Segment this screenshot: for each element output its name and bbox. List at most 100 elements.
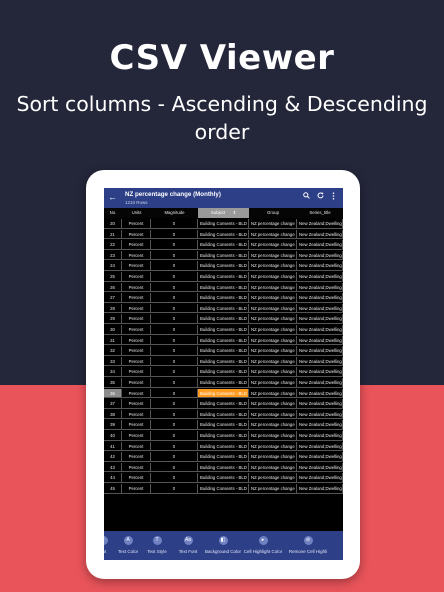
cell-subject[interactable]: Building Consents - BLD	[198, 219, 249, 229]
cell-series-title[interactable]: New Zealand;Dwelling	[297, 219, 343, 229]
cell-magnitude[interactable]: 0	[151, 272, 198, 282]
cell-no[interactable]: 21	[104, 229, 122, 240]
cell-series-title[interactable]: New Zealand;Dwelling	[297, 272, 343, 282]
cell-no[interactable]: 44	[104, 473, 122, 483]
cell-group[interactable]: NZ percentage change	[249, 356, 297, 367]
cell-no[interactable]: 38	[104, 409, 122, 420]
cell-subject[interactable]: Building Consents - BLD	[198, 378, 249, 388]
cell-subject[interactable]: Building Consents - BLD	[198, 367, 249, 377]
column-header-no[interactable]: No.	[104, 208, 122, 218]
cell-units[interactable]: Percent	[122, 399, 151, 409]
cell-magnitude[interactable]: 0	[151, 250, 198, 261]
cell-magnitude[interactable]: 0	[151, 219, 198, 229]
cell-magnitude[interactable]: 0	[151, 399, 198, 409]
cell-series-title[interactable]: New Zealand;Dwelling	[297, 420, 343, 430]
cell-no[interactable]: 37	[104, 399, 122, 409]
cell-magnitude[interactable]: 0	[151, 282, 198, 293]
column-header-group[interactable]: Group	[249, 208, 297, 218]
cell-series-title[interactable]: New Zealand;Dwelling	[297, 452, 343, 462]
cell-series-title[interactable]: New Zealand;Dwelling	[297, 367, 343, 377]
cell-group[interactable]: NZ percentage change	[249, 314, 297, 324]
cell-group[interactable]: NZ percentage change	[249, 229, 297, 240]
cell-no[interactable]: 30	[104, 325, 122, 335]
cell-series-title[interactable]: New Zealand;Dwelling	[297, 484, 343, 494]
cell-no[interactable]: 22	[104, 240, 122, 250]
cell-units[interactable]: Percent	[122, 356, 151, 367]
cell-subject[interactable]: Building Consents - BLD	[198, 462, 249, 473]
cell-series-title[interactable]: New Zealand;Dwelling	[297, 441, 343, 452]
table-row[interactable]: 40 Percent 0 Building Consents - BLD NZ perc…	[104, 431, 343, 441]
cell-group[interactable]: NZ percentage change	[249, 452, 297, 462]
cell-group[interactable]: NZ percentage change	[249, 272, 297, 282]
cell-magnitude[interactable]: 0	[151, 452, 198, 462]
cell-units[interactable]: Percent	[122, 335, 151, 346]
cell-units[interactable]: Percent	[122, 261, 151, 271]
table-row[interactable]: 37 Percent 0 Building Consents - BLD NZ perc…	[104, 399, 343, 409]
cell-no[interactable]: 28	[104, 303, 122, 314]
table-row[interactable]: 26 Percent 0 Building Consents - BLD NZ perc…	[104, 282, 343, 293]
cell-subject[interactable]: Building Consents - BLD	[198, 399, 249, 409]
cell-units[interactable]: Percent	[122, 431, 151, 441]
column-header-subject[interactable]: Subject ⇕	[198, 208, 249, 218]
cell-series-title[interactable]: New Zealand;Dwelling	[297, 356, 343, 367]
cell-no[interactable]: 40	[104, 431, 122, 441]
cell-no[interactable]: 35	[104, 378, 122, 388]
table-row[interactable]: 41 Percent 0 Building Consents - BLD NZ perc…	[104, 441, 343, 452]
table-row[interactable]: 42 Percent 0 Building Consents - BLD NZ perc…	[104, 452, 343, 462]
cell-no[interactable]: 42	[104, 452, 122, 462]
cell-subject[interactable]: Building Consents - BLD	[198, 335, 249, 346]
cell-subject[interactable]: Building Consents - BLD	[198, 484, 249, 494]
cell-units[interactable]: Percent	[122, 388, 151, 399]
cell-group[interactable]: NZ percentage change	[249, 399, 297, 409]
cell-no[interactable]: 39	[104, 420, 122, 430]
cell-units[interactable]: Percent	[122, 409, 151, 420]
cell-group[interactable]: NZ percentage change	[249, 346, 297, 356]
cell-series-title[interactable]: New Zealand;Dwelling	[297, 462, 343, 473]
cell-subject[interactable]: Building Consents - BLD	[198, 282, 249, 293]
cell-series-title[interactable]: New Zealand;Dwelling	[297, 293, 343, 303]
cell-subject[interactable]: Building Consents - BLD	[198, 261, 249, 271]
table-row[interactable]: 45 Percent 0 Building Consents - BLD NZ perc…	[104, 484, 343, 494]
cell-series-title[interactable]: New Zealand;Dwelling	[297, 240, 343, 250]
cell-group[interactable]: NZ percentage change	[249, 409, 297, 420]
cell-group[interactable]: NZ percentage change	[249, 388, 297, 399]
cell-units[interactable]: Percent	[122, 346, 151, 356]
table-row[interactable]: 20 Percent 0 Building Consents - BLD NZ perc…	[104, 219, 343, 229]
cell-no[interactable]: 43	[104, 462, 122, 473]
cell-units[interactable]: Percent	[122, 240, 151, 250]
table-row[interactable]: 35 Percent 0 Building Consents - BLD NZ perc…	[104, 378, 343, 388]
cell-magnitude[interactable]: 0	[151, 409, 198, 420]
cell-series-title[interactable]: New Zealand;Dwelling	[297, 431, 343, 441]
toolbar-text-font-button[interactable]: Aa Text Font	[168, 531, 208, 560]
column-header-series-title[interactable]: Series_title	[297, 208, 343, 218]
cell-group[interactable]: NZ percentage change	[249, 219, 297, 229]
toolbar-cell-highlight-button[interactable]: ▸ Cell Highlight Color	[243, 531, 283, 560]
cell-series-title[interactable]: New Zealand;Dwelling	[297, 399, 343, 409]
cell-subject[interactable]: Building Consents - BLD	[198, 473, 249, 483]
cell-units[interactable]: Percent	[122, 219, 151, 229]
table-row[interactable]: 36 Percent 0 Building Consents - BLD NZ perc…	[104, 388, 343, 399]
search-icon[interactable]	[303, 192, 310, 202]
cell-magnitude[interactable]: 0	[151, 240, 198, 250]
cell-no[interactable]: 34	[104, 367, 122, 377]
cell-magnitude[interactable]: 0	[151, 261, 198, 271]
cell-magnitude[interactable]: 0	[151, 346, 198, 356]
cell-units[interactable]: Percent	[122, 441, 151, 452]
cell-group[interactable]: NZ percentage change	[249, 240, 297, 250]
cell-no[interactable]: 26	[104, 282, 122, 293]
cell-magnitude[interactable]: 0	[151, 229, 198, 240]
cell-subject[interactable]: Building Consents - BLD	[198, 346, 249, 356]
cell-subject[interactable]: Building Consents - BLD	[198, 356, 249, 367]
cell-subject[interactable]: Building Consents - BLD	[198, 250, 249, 261]
table-row[interactable]: 24 Percent 0 Building Consents - BLD NZ perc…	[104, 261, 343, 271]
table-row[interactable]: 32 Percent 0 Building Consents - BLD NZ perc…	[104, 346, 343, 356]
cell-units[interactable]: Percent	[122, 325, 151, 335]
cell-magnitude[interactable]: 0	[151, 356, 198, 367]
cell-no[interactable]: 25	[104, 272, 122, 282]
cell-series-title[interactable]: New Zealand;Dwelling	[297, 346, 343, 356]
table-row[interactable]: 33 Percent 0 Building Consents - BLD NZ perc…	[104, 356, 343, 367]
cell-units[interactable]: Percent	[122, 378, 151, 388]
cell-group[interactable]: NZ percentage change	[249, 484, 297, 494]
cell-no[interactable]: 45	[104, 484, 122, 494]
cell-group[interactable]: NZ percentage change	[249, 335, 297, 346]
